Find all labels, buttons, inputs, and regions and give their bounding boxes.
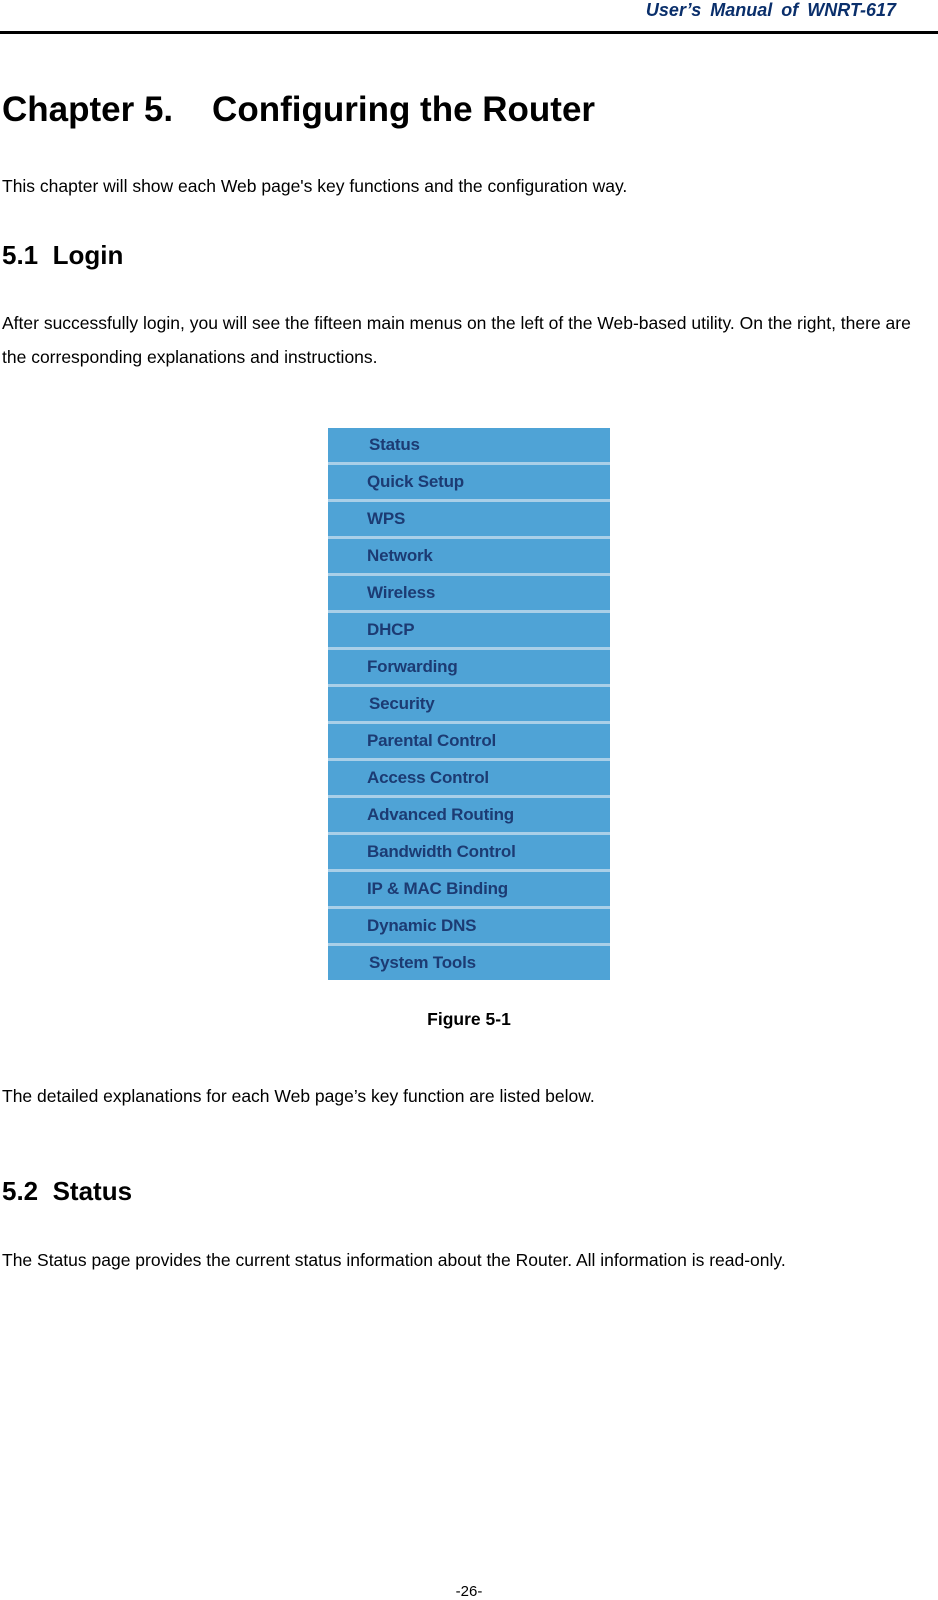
menu-item-label: Forwarding: [367, 657, 458, 676]
section-paragraph-status: The Status page provides the current sta…: [2, 1250, 786, 1270]
menu-item-label: Access Control: [367, 768, 489, 787]
menu-item-quick-setup[interactable]: Quick Setup: [328, 465, 610, 502]
menu-item-label: Status: [369, 435, 420, 454]
menu-item-wps[interactable]: WPS: [328, 502, 610, 539]
chapter-intro: This chapter will show each Web page's k…: [2, 176, 628, 196]
menu-item-label: Wireless: [367, 583, 436, 602]
figure-caption: Figure 5-1: [427, 1009, 511, 1029]
section-title-login: 5.1 Login: [2, 240, 124, 270]
menu-item-label: Bandwidth Control: [367, 842, 516, 861]
menu-item-dhcp[interactable]: DHCP: [328, 613, 610, 650]
page-number: -26-: [455, 1583, 483, 1600]
menu-item-bandwidth-control[interactable]: Bandwidth Control: [328, 835, 610, 872]
menu-item-dynamic-dns[interactable]: Dynamic DNS: [328, 909, 610, 946]
router-menu-figure: Status Quick Setup WPS Network Wireless …: [328, 428, 610, 980]
menu-item-network[interactable]: Network: [328, 539, 610, 576]
menu-item-wireless[interactable]: Wireless: [328, 576, 610, 613]
menu-item-parental-control[interactable]: Parental Control: [328, 724, 610, 761]
menu-item-label: Security: [369, 694, 435, 713]
chapter-title: Chapter 5. Configuring the Router: [2, 90, 596, 129]
menu-item-system-tools[interactable]: System Tools: [328, 946, 610, 980]
menu-item-label: Quick Setup: [367, 472, 464, 491]
menu-item-label: Parental Control: [367, 731, 497, 750]
menu-item-label: DHCP: [367, 620, 415, 639]
manual-title: User’s Manual of WNRT-617: [645, 0, 896, 20]
menu-item-label: Network: [367, 546, 433, 565]
menu-item-advanced-routing[interactable]: Advanced Routing: [328, 798, 610, 835]
menu-item-access-control[interactable]: Access Control: [328, 761, 610, 798]
menu-item-forwarding[interactable]: Forwarding: [328, 650, 610, 687]
after-figure-text: The detailed explanations for each Web p…: [2, 1086, 595, 1106]
menu-item-label: WPS: [367, 509, 406, 528]
menu-item-label: Advanced Routing: [367, 805, 514, 824]
menu-item-status[interactable]: Status: [328, 428, 610, 465]
section-paragraph-login: After successfully login, you will see t…: [2, 313, 911, 367]
header-divider: [0, 31, 938, 34]
menu-item-ip-mac-binding[interactable]: IP & MAC Binding: [328, 872, 610, 909]
menu-item-label: IP & MAC Binding: [367, 879, 508, 898]
menu-item-label: System Tools: [369, 953, 476, 972]
menu-item-label: Dynamic DNS: [367, 916, 477, 935]
section-title-status: 5.2 Status: [2, 1176, 133, 1206]
menu-item-security[interactable]: Security: [328, 687, 610, 724]
